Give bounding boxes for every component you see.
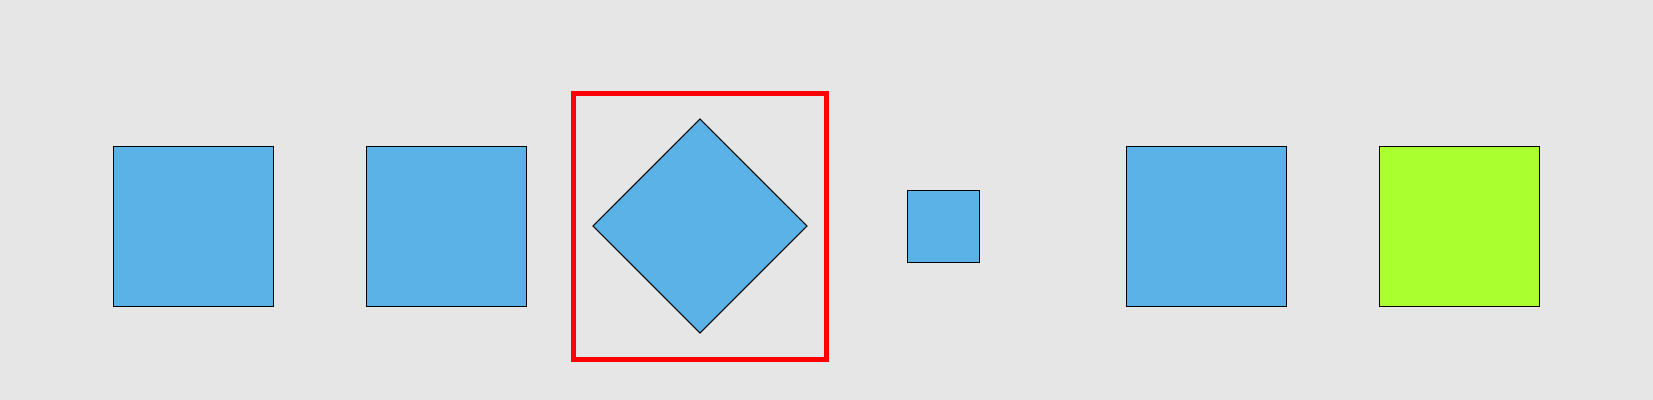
blue-square-3[interactable] xyxy=(1126,146,1287,307)
blue-square-2[interactable] xyxy=(366,146,527,307)
blue-square-1[interactable] xyxy=(113,146,274,307)
blue-diamond[interactable] xyxy=(591,118,809,335)
green-square[interactable] xyxy=(1379,146,1540,307)
diamond-shape[interactable] xyxy=(592,118,808,334)
small-blue-square[interactable] xyxy=(907,190,980,263)
shape-sequence-canvas xyxy=(0,0,1653,400)
